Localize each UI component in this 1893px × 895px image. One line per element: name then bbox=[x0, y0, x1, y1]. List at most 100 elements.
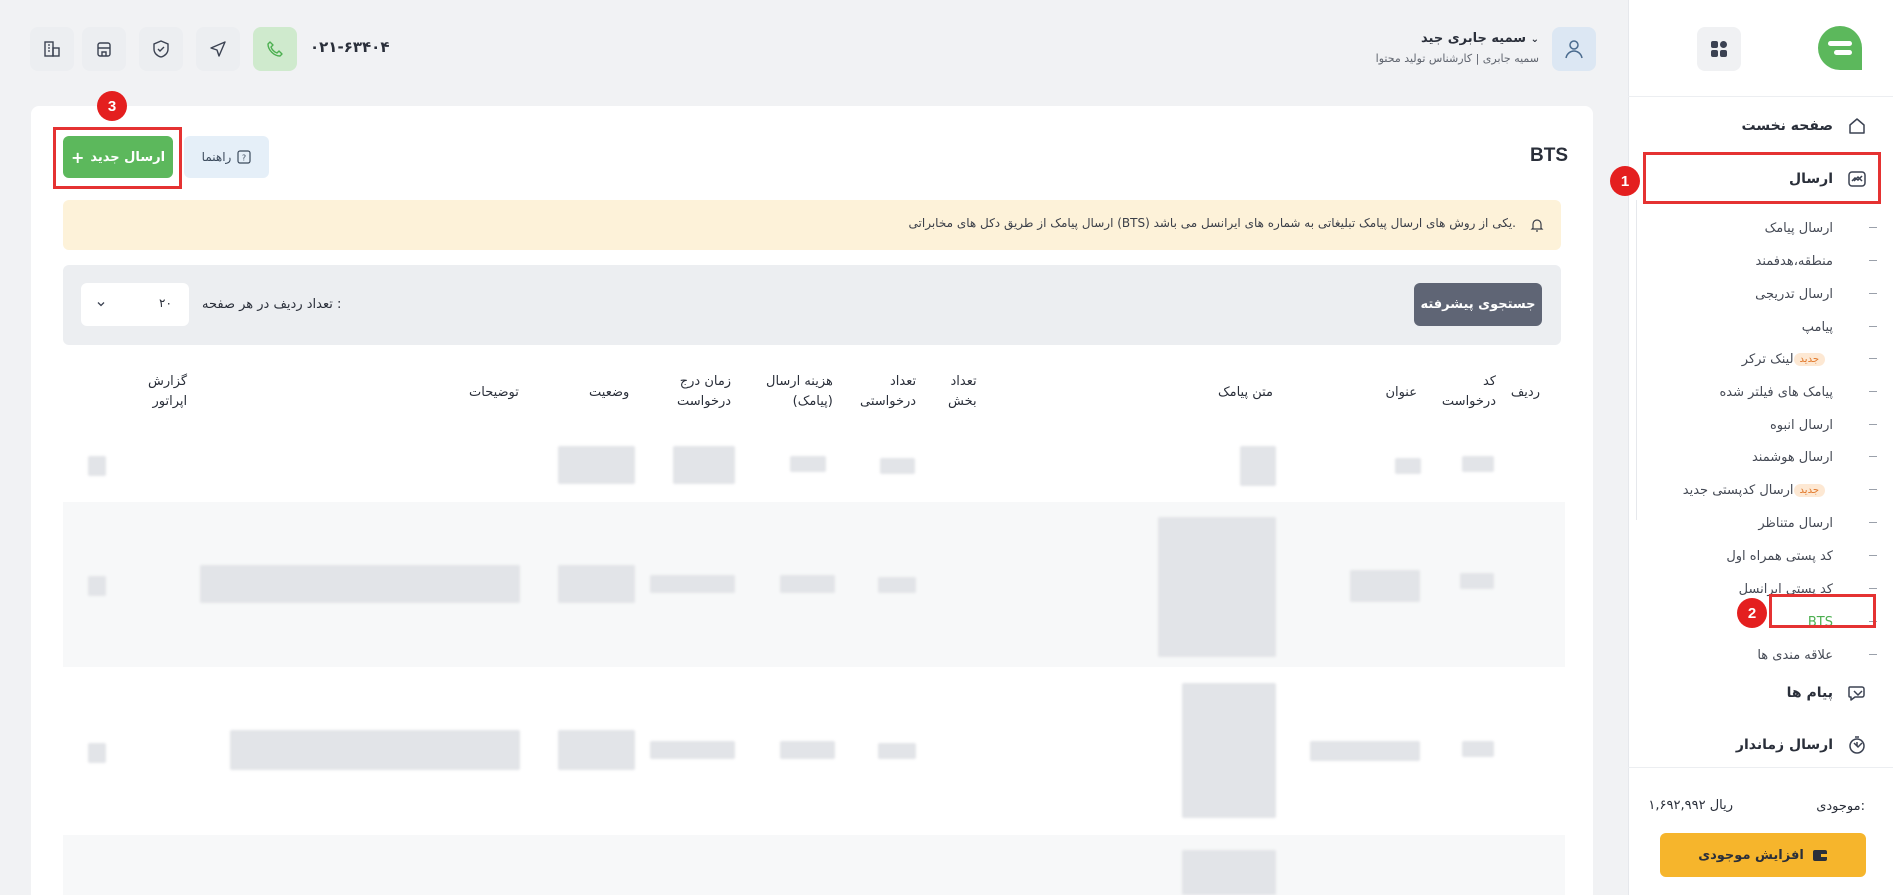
annotation-number-2: 2 bbox=[1737, 598, 1767, 628]
paper-plane-icon bbox=[210, 41, 226, 57]
annotation-number-3: 3 bbox=[97, 91, 127, 121]
blurred-cell bbox=[673, 446, 735, 484]
blurred-cell bbox=[878, 743, 916, 759]
home-icon bbox=[1849, 118, 1865, 134]
submenu-item[interactable]: ارسال پیامک bbox=[1765, 216, 1877, 240]
charge-balance-label: افزایش موجودی bbox=[1698, 847, 1804, 863]
page-title: BTS bbox=[1530, 145, 1568, 166]
wallet-icon bbox=[1812, 850, 1827, 861]
phone-icon bbox=[267, 41, 283, 57]
column-header-title: عنوان bbox=[1385, 385, 1417, 400]
blurred-cell bbox=[1240, 446, 1276, 486]
nav-home[interactable]: صفحه نخست bbox=[1628, 106, 1893, 146]
blurred-cell bbox=[88, 576, 106, 596]
column-header-status: وضعیت bbox=[589, 385, 630, 400]
submenu-item[interactable]: ارسال متناظر bbox=[1758, 511, 1877, 535]
column-header-cost: هزینه ارسال (پیامک) bbox=[766, 374, 833, 409]
annotation-box-2 bbox=[1769, 594, 1876, 628]
blurred-cell bbox=[1460, 573, 1494, 589]
user-role: سمیه جابری | کارشناس تولید محتوا bbox=[1375, 52, 1539, 65]
sidebar-divider bbox=[1628, 767, 1893, 768]
charge-balance-button[interactable]: افزایش موجودی bbox=[1660, 833, 1866, 877]
nav-scheduled-label: ارسال زماندار bbox=[1735, 737, 1833, 753]
security-button[interactable] bbox=[139, 27, 183, 71]
rows-per-page-label: تعداد ردیف در هر صفحه : bbox=[202, 297, 342, 312]
nav-scheduled[interactable]: ارسال زماندار bbox=[1628, 725, 1893, 765]
submenu-item[interactable]: ارسال کدپستی جدید جدید bbox=[1683, 478, 1877, 502]
blurred-cell bbox=[1310, 741, 1420, 761]
organization-button[interactable] bbox=[30, 27, 74, 71]
blurred-cell bbox=[650, 575, 735, 593]
avatar[interactable] bbox=[1552, 27, 1596, 71]
column-header-time: زمان درج درخواست bbox=[677, 374, 732, 409]
submenu-item[interactable]: ارسال هوشمند bbox=[1752, 445, 1877, 469]
submenu-item[interactable]: ارسال تدریجی bbox=[1755, 282, 1877, 306]
logo-icon[interactable] bbox=[1816, 24, 1864, 72]
sidebar: صفحه نخست ارسال ارسال پیامک منطقه،هدفمند… bbox=[1628, 0, 1893, 895]
user-icon bbox=[1565, 40, 1583, 59]
store-icon bbox=[97, 42, 111, 57]
support-phone-number: ۰۲۱-۶۳۴۰۴ bbox=[310, 38, 390, 56]
blurred-cell bbox=[1462, 741, 1494, 757]
building-icon bbox=[44, 41, 60, 57]
svg-text:?: ? bbox=[242, 154, 246, 163]
balance-label: موجودی: bbox=[1816, 799, 1865, 814]
annotation-number-1: 1 bbox=[1610, 166, 1640, 196]
store-button[interactable] bbox=[82, 27, 126, 71]
blurred-cell bbox=[880, 458, 915, 474]
nav-messages-label: پیام ها bbox=[1786, 685, 1833, 701]
phone-button[interactable] bbox=[253, 27, 297, 71]
blurred-cell bbox=[558, 730, 635, 770]
info-alert: ارسال پیامک از طریق دکل های مخابراتی (BT… bbox=[63, 200, 1561, 250]
column-header-parts: تعداد بخش bbox=[948, 374, 977, 409]
help-button[interactable]: راهنما ? bbox=[184, 136, 269, 178]
user-name[interactable]: سمیه جابری جید ⌄ bbox=[1421, 31, 1539, 46]
submenu-item[interactable]: علاقه مندی ها bbox=[1757, 643, 1877, 667]
blurred-cell bbox=[88, 456, 106, 476]
submenu-item[interactable]: منطقه،هدفمند bbox=[1756, 249, 1877, 273]
balance-value: ۱,۶۹۲,۹۹۲ ریال bbox=[1648, 798, 1733, 813]
annotation-box-3 bbox=[53, 127, 182, 189]
blurred-cell bbox=[780, 575, 835, 593]
blurred-cell bbox=[650, 741, 735, 759]
question-icon: ? bbox=[237, 150, 251, 164]
new-badge: جدید bbox=[1793, 352, 1825, 366]
blurred-cell bbox=[558, 565, 635, 603]
sidebar-divider bbox=[1628, 96, 1893, 97]
chevron-down-icon: ⌄ bbox=[1530, 34, 1539, 45]
column-header-operator-report: گزارش اپراتور bbox=[148, 374, 188, 409]
blurred-cell bbox=[88, 743, 106, 763]
nav-home-label: صفحه نخست bbox=[1741, 118, 1833, 134]
column-header-count: تعداد درخواستی bbox=[860, 374, 917, 409]
grid-icon bbox=[1711, 41, 1727, 57]
chevron-down-icon bbox=[1853, 742, 1863, 749]
column-header-code: کد درخواست bbox=[1441, 374, 1496, 409]
column-header-description: توضیحات bbox=[469, 385, 519, 400]
blurred-cell bbox=[780, 741, 835, 759]
alert-text: ارسال پیامک از طریق دکل های مخابراتی (BT… bbox=[908, 216, 1516, 230]
blurred-cell bbox=[790, 456, 826, 472]
blurred-cell bbox=[1182, 683, 1276, 818]
advanced-search-button[interactable]: جستجوی پیشرفته bbox=[1414, 283, 1542, 326]
blurred-cell bbox=[230, 730, 520, 770]
new-badge: جدید bbox=[1793, 483, 1825, 497]
submenu-item[interactable]: کد پستی همراه اول bbox=[1726, 544, 1877, 568]
chevron-down-icon bbox=[97, 302, 105, 307]
submenu-item[interactable]: پیامپ bbox=[1802, 315, 1877, 339]
nav-messages[interactable]: پیام ها bbox=[1628, 673, 1893, 713]
chevron-down-icon bbox=[1853, 690, 1863, 697]
blurred-cell bbox=[1395, 458, 1421, 474]
table-row[interactable] bbox=[63, 835, 1565, 895]
send-quick-button[interactable] bbox=[196, 27, 240, 71]
help-label: راهنما bbox=[201, 150, 232, 164]
submenu-item[interactable]: پیامک های فیلتر شده bbox=[1719, 380, 1877, 404]
submenu-item[interactable]: لینک ترکر جدید bbox=[1742, 347, 1877, 371]
shield-check-icon bbox=[153, 40, 169, 58]
submenu-item[interactable]: ارسال انبوه bbox=[1770, 413, 1877, 437]
blurred-cell bbox=[1158, 517, 1276, 657]
rows-per-page-value: ۲۰ bbox=[159, 296, 172, 310]
rows-per-page-select[interactable]: ۲۰ bbox=[81, 283, 189, 326]
column-header-text: متن پیامک bbox=[1217, 385, 1273, 400]
apps-grid-button[interactable] bbox=[1697, 27, 1741, 71]
bell-icon bbox=[1530, 219, 1544, 232]
